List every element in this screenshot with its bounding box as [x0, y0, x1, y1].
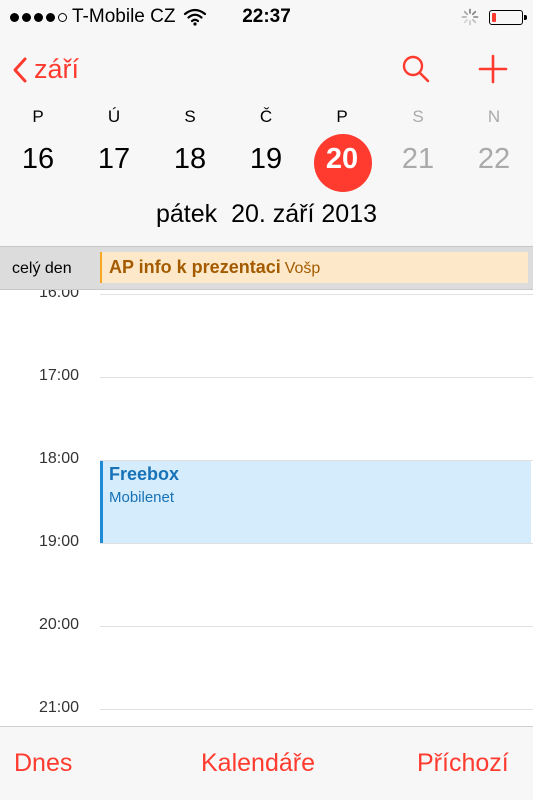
calendars-button[interactable]: Kalendáře [201, 749, 315, 778]
week-strip: P 16 Ú 17 S 18 Č 19 P 20 S 21 N 22 [0, 106, 533, 192]
event-title: AP info k prezentaci [109, 257, 281, 277]
weekday-label: P [336, 107, 348, 126]
day-number: 16 [21, 143, 55, 175]
plus-icon [478, 54, 508, 84]
event-title: Freebox [109, 464, 180, 484]
hour-label: 18:00 [39, 450, 80, 467]
calendar-event[interactable]: Freebox Mobilenet [100, 461, 531, 543]
hour-row: 16:00 [0, 290, 533, 304]
weekday-label: S [184, 107, 196, 126]
hour-row: 20:00 [0, 616, 533, 636]
day-cell[interactable]: P 16 [0, 106, 76, 180]
bottom-toolbar: Dnes Kalendáře Příchozí [0, 726, 533, 800]
hour-label: 19:00 [39, 533, 80, 550]
day-number: 18 [173, 143, 207, 175]
day-number: 22 [477, 143, 511, 175]
weekday-label: N [487, 107, 501, 126]
add-event-button[interactable] [478, 54, 508, 89]
day-timeline[interactable]: 16:00 17:00 18:00 19:00 20:00 21:00 Free… [0, 290, 533, 726]
day-cell[interactable]: N 22 [456, 106, 532, 180]
event-location: Vošp [284, 260, 321, 277]
day-cell[interactable]: S 18 [152, 106, 228, 180]
selected-date-title: pátek 20. září 2013 [0, 200, 533, 229]
day-cell-selected[interactable]: P 20 [304, 106, 380, 192]
inbox-button[interactable]: Příchozí [417, 749, 509, 778]
hour-divider [100, 294, 533, 295]
search-icon [402, 55, 430, 83]
weekday-label: Ú [107, 107, 121, 126]
hour-divider [100, 377, 533, 378]
all-day-event[interactable]: AP info k prezentaci Vošp [100, 252, 528, 283]
hour-divider [100, 709, 533, 710]
hour-row: 21:00 [0, 699, 533, 719]
status-bar: T-Mobile CZ 22:37 [0, 0, 533, 36]
selected-weekday: pátek [155, 200, 218, 228]
back-label: září [34, 54, 80, 84]
status-time: 22:37 [242, 6, 291, 27]
hour-label: 16:00 [39, 290, 80, 301]
all-day-row: celý den AP info k prezentaci Vošp [0, 246, 533, 290]
hour-divider [100, 626, 533, 627]
day-cell[interactable]: Ú 17 [76, 106, 152, 180]
weekday-label: P [32, 107, 44, 126]
all-day-label: celý den [12, 260, 72, 277]
back-button[interactable]: září [12, 54, 79, 85]
calendar-header: září P 16 Ú 17 S 18 Č 19 P 20 S 21 N 22 … [0, 36, 533, 246]
hour-label: 20:00 [39, 616, 80, 633]
event-location: Mobilenet [109, 489, 175, 506]
hour-row: 17:00 [0, 367, 533, 387]
selected-date: 20. září 2013 [231, 200, 377, 228]
battery-level [492, 12, 496, 22]
day-cell[interactable]: Č 19 [228, 106, 304, 180]
activity-spinner-icon [461, 8, 479, 26]
hour-label: 21:00 [39, 699, 80, 716]
weekday-label: S [412, 107, 424, 126]
day-number: 21 [401, 143, 435, 175]
day-number: 17 [97, 143, 131, 175]
search-button[interactable] [401, 54, 431, 89]
hour-label: 17:00 [39, 367, 80, 384]
battery-icon [489, 9, 527, 25]
weekday-label: Č [259, 107, 273, 126]
day-cell[interactable]: S 21 [380, 106, 456, 180]
hour-divider [100, 543, 533, 544]
today-button[interactable]: Dnes [14, 749, 72, 778]
day-number: 19 [249, 143, 283, 175]
chevron-left-icon [13, 57, 27, 82]
